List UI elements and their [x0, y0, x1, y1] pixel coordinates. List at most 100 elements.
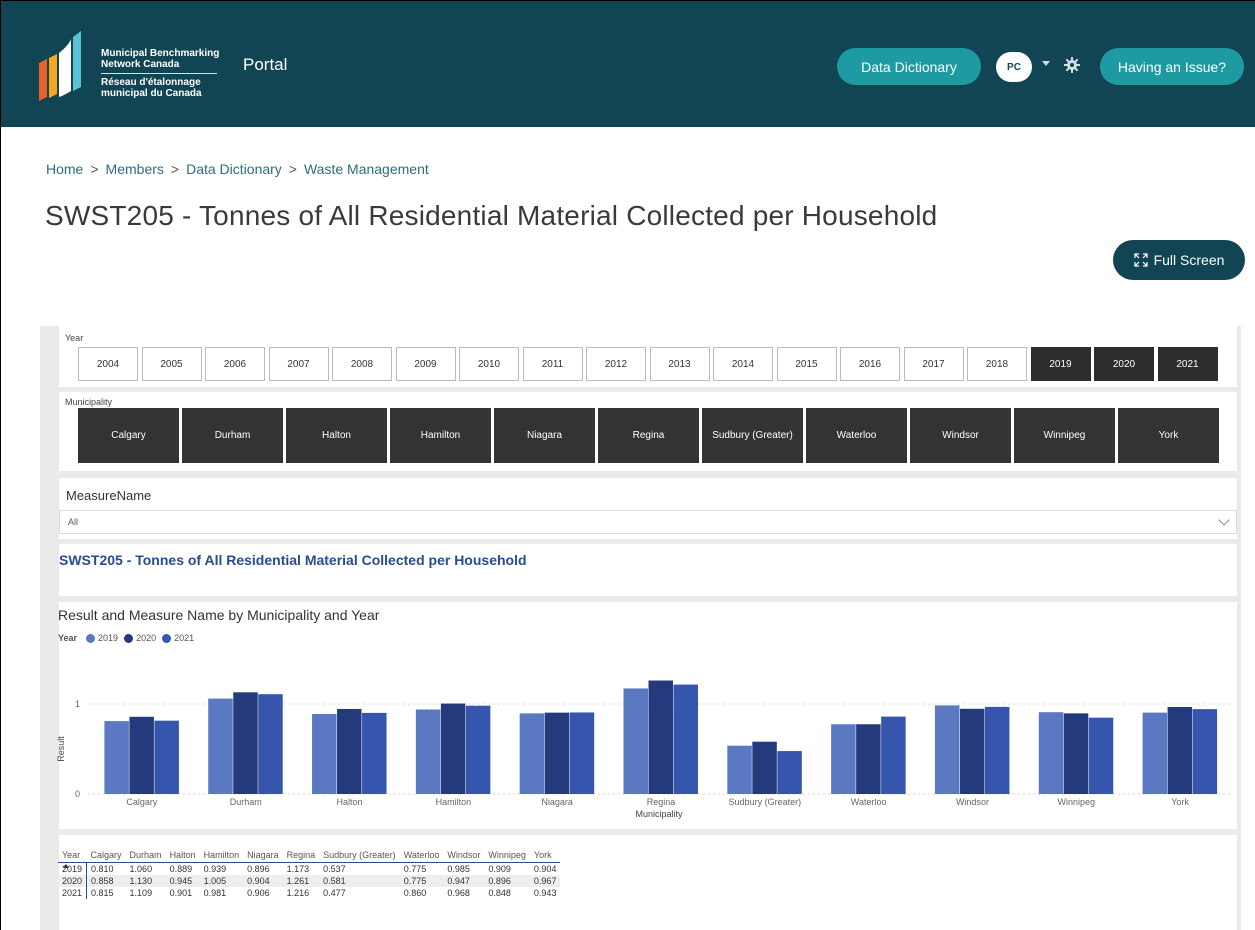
- bar-hamilton-2019[interactable]: [415, 709, 441, 794]
- table-cell: 0.896: [484, 875, 530, 887]
- table-header-winnipeg[interactable]: Winnipeg: [484, 847, 530, 863]
- bar-windsor-2020[interactable]: [959, 708, 985, 794]
- bar-calgary-2020[interactable]: [129, 716, 154, 794]
- municipality-button-durham[interactable]: Durham: [182, 408, 283, 463]
- bar-windsor-2021[interactable]: [984, 706, 1010, 794]
- table-header-niagara[interactable]: Niagara: [243, 847, 283, 863]
- bar-halton-2021[interactable]: [362, 712, 387, 794]
- table-header-durham[interactable]: Durham: [125, 847, 166, 863]
- year-button-2012[interactable]: 2012: [586, 347, 646, 381]
- table-header-windsor[interactable]: Windsor: [443, 847, 485, 863]
- bar-durham-2019[interactable]: [208, 698, 233, 794]
- year-button-2004[interactable]: 2004: [78, 347, 138, 381]
- measure-dropdown[interactable]: All: [59, 510, 1237, 534]
- year-button-2016[interactable]: 2016: [840, 347, 900, 381]
- municipality-button-calgary[interactable]: Calgary: [78, 408, 179, 463]
- year-button-2008[interactable]: 2008: [332, 347, 392, 381]
- table-header-year[interactable]: Year: [58, 847, 87, 863]
- bar-regina-2021[interactable]: [673, 684, 699, 794]
- legend-label-2021[interactable]: 2021: [174, 633, 194, 643]
- table-header-calgary[interactable]: Calgary: [86, 847, 126, 863]
- breadcrumb-separator: >: [170, 161, 180, 177]
- bar-waterloo-2020[interactable]: [856, 724, 881, 794]
- bar-calgary-2021[interactable]: [154, 720, 179, 794]
- table-header-halton[interactable]: Halton: [165, 847, 200, 863]
- bar-regina-2019[interactable]: [623, 688, 649, 794]
- municipality-button-york[interactable]: York: [1118, 408, 1219, 463]
- year-button-2017[interactable]: 2017: [903, 347, 964, 381]
- bar-regina-2020[interactable]: [648, 680, 674, 794]
- municipality-button-niagara[interactable]: Niagara: [494, 408, 595, 463]
- year-button-2009[interactable]: 2009: [395, 347, 456, 381]
- x-axis-label: Municipality: [635, 809, 683, 819]
- table-header-waterloo[interactable]: Waterloo: [399, 847, 444, 863]
- breadcrumb-data-dictionary[interactable]: Data Dictionary: [186, 161, 282, 177]
- gear-icon[interactable]: [1064, 57, 1080, 73]
- x-tick-label: Calgary: [126, 797, 158, 807]
- bar-york-2021[interactable]: [1192, 709, 1218, 794]
- bar-halton-2020[interactable]: [337, 708, 362, 794]
- year-slicer: Year 2004 2005 2006 2007 2008 2009 2010 2011 201…: [59, 326, 1237, 387]
- municipality-button-waterloo[interactable]: Waterloo: [806, 408, 907, 463]
- bar-york-2020[interactable]: [1167, 706, 1193, 794]
- bar-sudbury-greater-2020[interactable]: [752, 741, 777, 794]
- table-header-hamilton[interactable]: Hamilton: [199, 847, 244, 863]
- municipality-button-halton[interactable]: Halton: [286, 408, 387, 463]
- chevron-down-icon[interactable]: [1042, 61, 1050, 66]
- table-header-regina[interactable]: Regina: [282, 847, 320, 863]
- bar-waterloo-2021[interactable]: [881, 716, 906, 794]
- bar-york-2019[interactable]: [1142, 712, 1168, 794]
- year-button-2013[interactable]: 2013: [649, 347, 710, 381]
- table-header-sudbury-greater[interactable]: Sudbury (Greater): [319, 847, 400, 863]
- bar-hamilton-2021[interactable]: [465, 705, 491, 794]
- bar-niagara-2019[interactable]: [519, 713, 545, 794]
- sort-ascending-icon[interactable]: [63, 864, 69, 868]
- bar-niagara-2020[interactable]: [544, 712, 570, 794]
- breadcrumb-home[interactable]: Home: [46, 161, 83, 177]
- bar-waterloo-2019[interactable]: [831, 724, 856, 794]
- municipality-button-winnipeg[interactable]: Winnipeg: [1014, 408, 1115, 463]
- legend-label-2019[interactable]: 2019: [98, 633, 118, 643]
- bar-winnipeg-2019[interactable]: [1038, 712, 1064, 794]
- bar-sudbury-greater-2021[interactable]: [777, 751, 802, 794]
- municipality-button-hamilton[interactable]: Hamilton: [390, 408, 491, 463]
- year-button-2006[interactable]: 2006: [205, 347, 265, 381]
- breadcrumb-waste-management[interactable]: Waste Management: [304, 161, 429, 177]
- bar-halton-2019[interactable]: [312, 713, 337, 794]
- data-dictionary-button[interactable]: Data Dictionary: [837, 48, 981, 85]
- bar-windsor-2019[interactable]: [934, 705, 960, 794]
- year-button-2020[interactable]: 2020: [1094, 347, 1154, 381]
- bar-durham-2021[interactable]: [258, 694, 283, 794]
- year-button-2015[interactable]: 2015: [776, 347, 837, 381]
- table-cell: 0.858: [86, 875, 126, 887]
- year-button-2011[interactable]: 2011: [522, 347, 583, 381]
- table-header-york[interactable]: York: [529, 847, 561, 863]
- mbnc-logo[interactable]: [35, 31, 97, 101]
- breadcrumb-members[interactable]: Members: [106, 161, 164, 177]
- bar-calgary-2019[interactable]: [104, 721, 129, 794]
- year-button-2021[interactable]: 2021: [1157, 347, 1218, 381]
- year-button-2007[interactable]: 2007: [268, 347, 329, 381]
- municipality-slicer-label: Municipality: [65, 397, 113, 407]
- table-cell: 0.904: [533, 864, 557, 874]
- bar-sudbury-greater-2019[interactable]: [727, 745, 752, 794]
- year-button-2019[interactable]: 2019: [1030, 347, 1091, 381]
- user-avatar[interactable]: PC: [996, 52, 1032, 82]
- bar-durham-2020[interactable]: [233, 692, 258, 794]
- bar-winnipeg-2020[interactable]: [1063, 713, 1089, 794]
- full-screen-button[interactable]: Full Screen: [1113, 240, 1245, 280]
- bar-niagara-2021[interactable]: [569, 712, 595, 794]
- year-button-2018[interactable]: 2018: [967, 347, 1027, 381]
- having-an-issue-button[interactable]: Having an Issue?: [1100, 48, 1244, 85]
- municipality-button-regina[interactable]: Regina: [598, 408, 699, 463]
- year-button-2010[interactable]: 2010: [459, 347, 519, 381]
- year-button-2014[interactable]: 2014: [713, 347, 773, 381]
- bar-hamilton-2020[interactable]: [440, 703, 466, 794]
- x-tick-label: Regina: [647, 797, 676, 807]
- municipality-button-sudbury-greater[interactable]: Sudbury (Greater): [702, 408, 803, 463]
- x-tick-label: Halton: [337, 797, 363, 807]
- year-button-2005[interactable]: 2005: [141, 347, 202, 381]
- legend-label-2020[interactable]: 2020: [136, 633, 156, 643]
- municipality-button-windsor[interactable]: Windsor: [910, 408, 1011, 463]
- bar-winnipeg-2021[interactable]: [1088, 717, 1114, 794]
